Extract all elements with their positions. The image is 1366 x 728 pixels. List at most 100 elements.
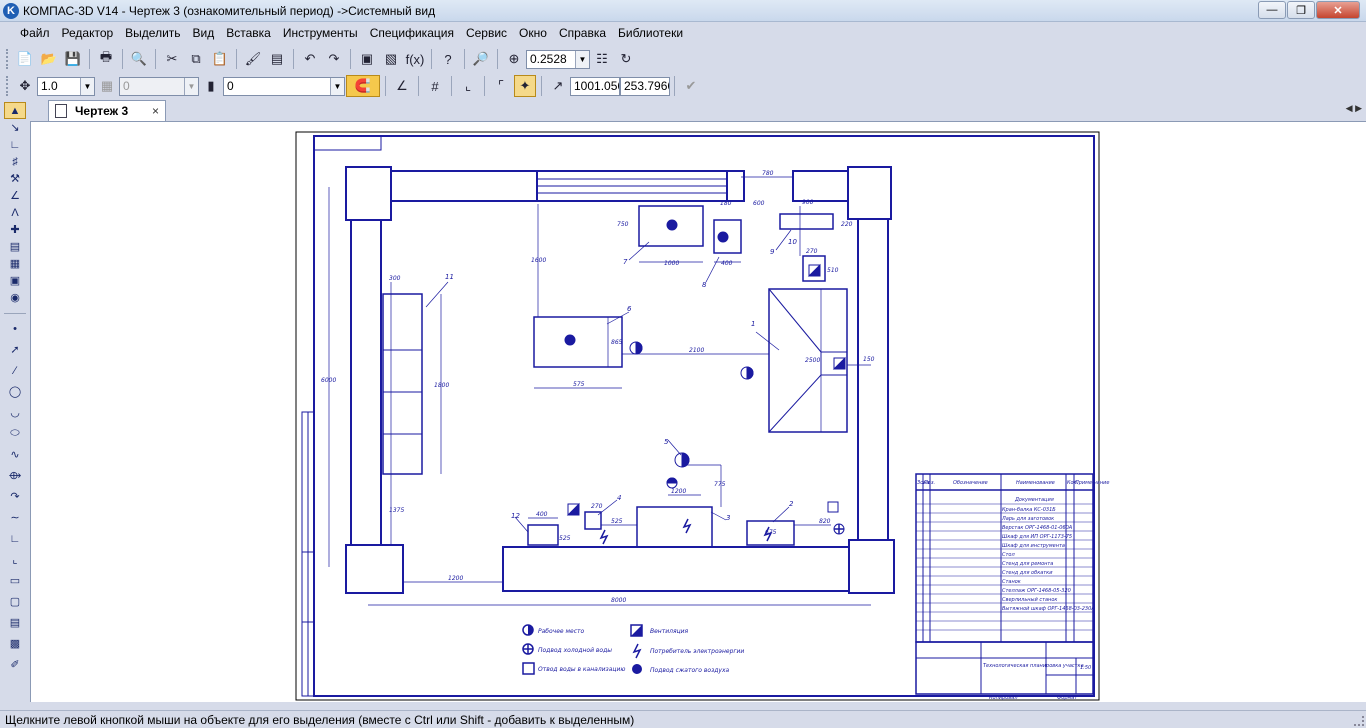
print-preview-icon[interactable]: 🔍	[128, 48, 150, 70]
round-coordinates-icon[interactable]: ✦	[514, 75, 536, 97]
circle-icon[interactable]: ◯	[4, 383, 26, 400]
contour-icon[interactable]: ▢	[4, 593, 26, 610]
current-point-icon[interactable]: ✥	[14, 75, 36, 97]
menu-tools[interactable]: Инструменты	[277, 22, 364, 44]
menu-window[interactable]: Окно	[513, 22, 553, 44]
drawing-sheet: 780 900 600 180 750 1000 400 220 270 510…	[295, 131, 1109, 701]
coord-y-field[interactable]: 253.7966	[620, 76, 670, 96]
print-icon[interactable]: 🖶	[95, 48, 117, 70]
point-icon[interactable]: •	[4, 320, 26, 337]
open-folder-icon[interactable]: 📂	[38, 48, 60, 70]
menu-insert[interactable]: Вставка	[220, 22, 277, 44]
dim-1375: 1375	[389, 507, 404, 514]
tab-drawing-3[interactable]: Чертеж 3 ×	[48, 100, 166, 121]
menu-libraries[interactable]: Библиотеки	[612, 22, 689, 44]
arc-icon[interactable]: ◡	[4, 404, 26, 421]
spec-row-name: Верстак ОРГ-1468-01-060А	[1002, 525, 1073, 531]
drawing-document-icon	[55, 104, 67, 118]
minimize-button[interactable]: —	[1258, 1, 1286, 19]
library-manager-icon[interactable]: ▣	[356, 48, 378, 70]
show-all-icon[interactable]: ☷	[591, 48, 613, 70]
snap-magnet-icon[interactable]: 🧲	[346, 75, 380, 97]
zoom-window-icon[interactable]: 🔎	[470, 48, 492, 70]
undo-icon[interactable]: ↶	[299, 48, 321, 70]
chevron-down-icon[interactable]: ▼	[80, 77, 94, 95]
menu-file[interactable]: Файл	[14, 22, 56, 44]
menu-edit[interactable]: Редактор	[56, 22, 120, 44]
associative-view-icon[interactable]: ✚	[4, 221, 26, 238]
menu-view[interactable]: Вид	[187, 22, 221, 44]
parametrization-tool-icon[interactable]: ⚒	[4, 170, 26, 187]
dimensions-tool-icon[interactable]: ↘	[4, 119, 26, 136]
edit-tool-icon[interactable]: ♯	[4, 153, 26, 170]
paste-icon[interactable]: 📋	[209, 48, 231, 70]
layers-icon[interactable]: ▮	[200, 75, 222, 97]
spline-icon[interactable]: ∿	[4, 446, 26, 463]
kompas-app-icon[interactable]: K	[3, 2, 19, 19]
close-tab-icon[interactable]: ×	[152, 104, 159, 118]
fillet-icon[interactable]: ⌞	[4, 551, 26, 568]
orthogonal-icon[interactable]: ⌜	[490, 75, 512, 97]
properties-brush-icon[interactable]: 🖌	[242, 48, 264, 70]
macro-tool-icon[interactable]: ◉	[4, 289, 26, 306]
segment-icon[interactable]: ∕	[4, 362, 26, 379]
maximize-button[interactable]: ❐	[1287, 1, 1315, 19]
legend-air-icon	[632, 664, 642, 674]
local-snap-icon[interactable]: ∠	[391, 75, 413, 97]
designations-tool-icon[interactable]: ∟	[4, 136, 26, 153]
new-document-icon[interactable]: 📄	[14, 48, 36, 70]
grid-icon[interactable]: #	[424, 75, 446, 97]
close-button[interactable]: ✕	[1316, 1, 1360, 19]
continuous-input-icon[interactable]: ⟴	[4, 467, 26, 484]
toolbar-grip[interactable]	[6, 49, 9, 69]
menu-select[interactable]: Выделить	[119, 22, 186, 44]
help-pointer-icon[interactable]: ?	[437, 48, 459, 70]
fx-icon[interactable]: f(x)	[404, 48, 426, 70]
nurbs-icon[interactable]: ∼	[4, 509, 26, 526]
fill-icon[interactable]: ▩	[4, 635, 26, 652]
layer-combo[interactable]: 0 ▼	[223, 76, 345, 96]
equidistant-icon[interactable]: ✐	[4, 656, 26, 673]
geometry-tool-icon[interactable]: ▲	[4, 102, 26, 119]
save-icon[interactable]: 💾	[62, 48, 84, 70]
separator-line	[4, 306, 26, 314]
spec-tool-icon[interactable]: ▤	[4, 238, 26, 255]
style-combo[interactable]: 0 ▼	[119, 76, 199, 96]
variables-icon[interactable]: ▧	[380, 48, 402, 70]
auxiliary-line-icon[interactable]: ➚	[4, 341, 26, 358]
zoom-level-combo[interactable]: 0.2528 ▼	[526, 49, 590, 69]
local-coordinates-icon[interactable]: ⌞	[457, 75, 479, 97]
view-scale-combo[interactable]: 1.0 ▼	[37, 76, 95, 96]
chevron-down-icon[interactable]: ▼	[575, 50, 589, 68]
chevron-down-icon[interactable]: ▼	[184, 77, 198, 95]
insert-tool-icon[interactable]: ▣	[4, 272, 26, 289]
menu-service[interactable]: Сервис	[460, 22, 513, 44]
measure-tool-icon[interactable]: ∠	[4, 187, 26, 204]
leader-line	[425, 281, 449, 308]
chamfer-icon[interactable]: ∟	[4, 530, 26, 547]
apply-disabled-icon[interactable]: ✔	[680, 75, 702, 97]
copy-icon[interactable]: ⧉	[185, 48, 207, 70]
menu-specification[interactable]: Спецификация	[364, 22, 460, 44]
toolbar-separator	[464, 49, 465, 69]
menu-help[interactable]: Справка	[553, 22, 612, 44]
ellipse-icon[interactable]: ⬭	[4, 425, 26, 442]
tabs-scroll-arrows[interactable]: ◀ ▶	[1346, 103, 1362, 114]
drawing-canvas[interactable]: 780 900 600 180 750 1000 400 220 270 510…	[30, 121, 1366, 702]
toolbar-grip[interactable]	[6, 76, 9, 96]
select-tool-icon[interactable]: Λ	[4, 204, 26, 221]
reports-tool-icon[interactable]: ▦	[4, 255, 26, 272]
chevron-down-icon[interactable]: ▼	[330, 77, 344, 95]
coordinates-icon[interactable]: ↗	[547, 75, 569, 97]
view-state-icon[interactable]: ▦	[96, 75, 118, 97]
refresh-icon[interactable]: ↻	[615, 48, 637, 70]
manager-icon[interactable]: ▤	[266, 48, 288, 70]
rectangle-icon[interactable]: ▭	[4, 572, 26, 589]
cut-icon[interactable]: ✂	[161, 48, 183, 70]
zoom-in-icon[interactable]: ⊕	[503, 48, 525, 70]
polyline-icon[interactable]: ↷	[4, 488, 26, 505]
hatch-icon[interactable]: ▤	[4, 614, 26, 631]
redo-icon[interactable]: ↷	[323, 48, 345, 70]
resize-grip-icon[interactable]	[1354, 716, 1364, 726]
coord-x-field[interactable]: 1001.056	[570, 76, 620, 96]
